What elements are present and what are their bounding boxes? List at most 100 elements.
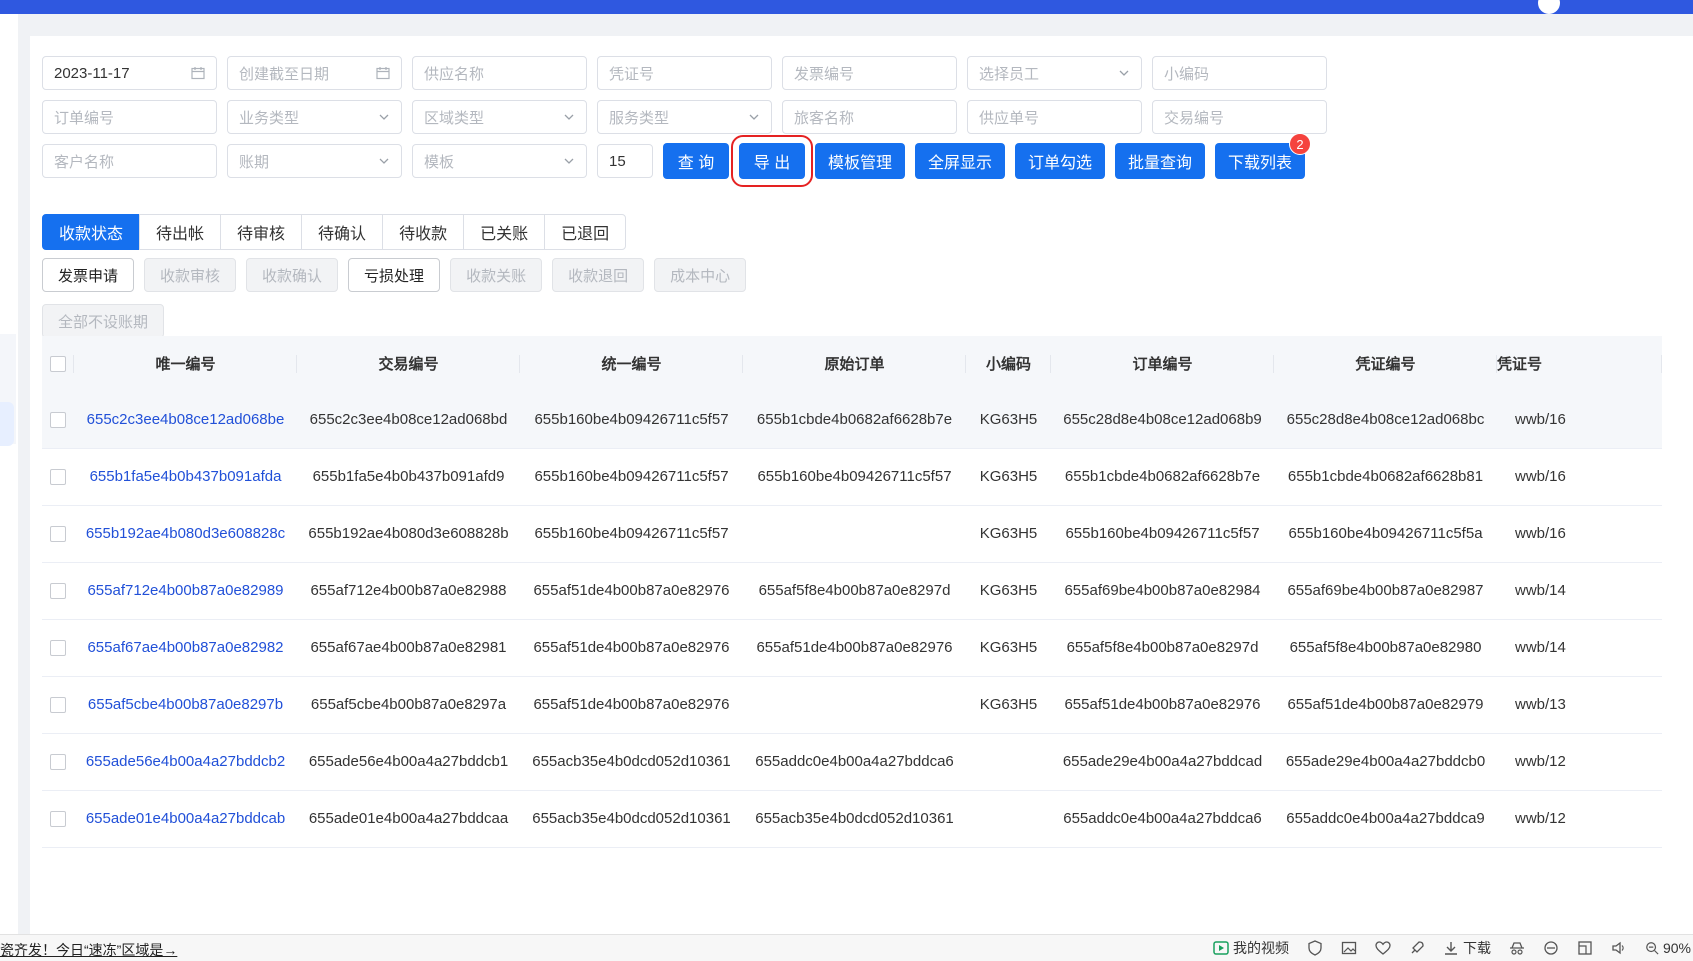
page-size-input[interactable]: 15: [597, 144, 653, 178]
unique-id-link[interactable]: 655c2c3ee4b08ce12ad068be: [74, 391, 297, 448]
unique-id-link[interactable]: 655ade01e4b00a4a27bddcab: [74, 790, 297, 847]
filter-row-2: 订单编号 业务类型 区域类型 服务类型 旅客名称 供应单号 交易编号: [42, 100, 1337, 134]
supplier-name-input[interactable]: 供应名称: [412, 56, 587, 90]
status-tab[interactable]: 已关账: [463, 214, 546, 250]
invoice-no-input[interactable]: 发票编号: [782, 56, 957, 90]
shield-icon[interactable]: [1307, 940, 1323, 956]
account-period-select[interactable]: 账期: [227, 144, 402, 178]
speaker-icon[interactable]: [1611, 940, 1627, 956]
my-video-button[interactable]: 我的视频: [1213, 938, 1289, 958]
created-to-date-field[interactable]: 创建截至日期: [227, 56, 402, 90]
table-row[interactable]: 655af5cbe4b00b87a0e8297b 655af5cbe4b00b87…: [42, 676, 1662, 733]
row-checkbox[interactable]: [50, 697, 66, 714]
table-row[interactable]: 655ade01e4b00a4a27bddcab 655ade01e4b00a4a…: [42, 790, 1662, 847]
select-all-checkbox[interactable]: [50, 356, 66, 373]
status-tab[interactable]: 已退回: [544, 214, 627, 250]
table-cell: 655af712e4b00b87a0e82988: [310, 582, 507, 599]
unique-id-link[interactable]: 655af67ae4b00b87a0e82982: [74, 619, 297, 676]
traveler-name-input[interactable]: 旅客名称: [782, 100, 957, 134]
row-checkbox[interactable]: [50, 411, 66, 428]
action-button[interactable]: 亏损处理: [348, 258, 441, 292]
row-select-cell: [42, 391, 74, 448]
service-type-select[interactable]: 服务类型: [597, 100, 772, 134]
status-tab[interactable]: 待审核: [220, 214, 303, 250]
action-button[interactable]: 收款审核: [144, 258, 237, 292]
unique-id-link[interactable]: 655ade56e4b00a4a27bddcb2: [74, 733, 297, 790]
table-cell: 655acb35e4b0dcd052d10361: [532, 810, 731, 827]
image-icon[interactable]: [1341, 940, 1357, 956]
status-tabs: 收款状态 待出帐 待审核 待确认 待收款 已关账 已退回: [42, 214, 627, 250]
table-header: 唯一编号 交易编号 统一编号 原始订单 小编码 订单编号 凭证编号 凭证号: [42, 336, 1662, 391]
data-table: 唯一编号 交易编号 统一编号 原始订单 小编码 订单编号 凭证编号 凭证号 655c2c3ee…: [42, 336, 1693, 856]
user-avatar[interactable]: [1538, 0, 1560, 14]
table-row[interactable]: 655b192ae4b080d3e608828c 655b192ae4b080d3…: [42, 505, 1662, 562]
template-management-button[interactable]: 模板管理: [815, 143, 905, 179]
template-select[interactable]: 模板: [412, 144, 587, 178]
fullscreen-button[interactable]: 全屏显示: [915, 143, 1005, 179]
row-checkbox[interactable]: [50, 583, 66, 600]
table-cell: 655af69be4b00b87a0e82984: [1064, 582, 1261, 599]
business-type-select[interactable]: 业务类型: [227, 100, 402, 134]
voucher-no-input[interactable]: 凭证号: [597, 56, 772, 90]
table-row[interactable]: 655b1fa5e4b0b437b091afda 655b1fa5e4b0b437…: [42, 448, 1662, 505]
table-cell: 655ade29e4b00a4a27bddcb0: [1285, 753, 1486, 770]
row-select-cell: [42, 733, 74, 790]
column-header: 凭证号: [1497, 336, 1662, 391]
action-button[interactable]: 发票申请: [42, 258, 135, 292]
table-cell: 655af69be4b00b87a0e82987: [1287, 582, 1484, 599]
order-no-input[interactable]: 订单编号: [42, 100, 217, 134]
action-button[interactable]: 收款关账: [450, 258, 543, 292]
table-row[interactable]: 655ade56e4b00a4a27bddcb2 655ade56e4b00a4a…: [42, 733, 1662, 790]
news-ticker-link[interactable]: 瓷齐发！今日“速冻”区域是→: [0, 940, 177, 960]
table-row[interactable]: 655c2c3ee4b08ce12ad068be 655c2c3ee4b08ce1…: [42, 391, 1662, 448]
unique-id-link[interactable]: 655b1fa5e4b0b437b091afda: [74, 448, 297, 505]
action-button[interactable]: 收款确认: [246, 258, 339, 292]
row-select-cell: [42, 505, 74, 562]
table-cell: 655c2c3ee4b08ce12ad068bd: [309, 410, 508, 428]
row-checkbox[interactable]: [50, 754, 66, 771]
browser-e-icon[interactable]: [1543, 940, 1559, 956]
action-button[interactable]: 收款退回: [552, 258, 645, 292]
customer-name-input[interactable]: 客户名称: [42, 144, 217, 178]
export-button[interactable]: 导 出: [731, 135, 813, 187]
incognito-icon[interactable]: [1509, 940, 1525, 956]
status-tab[interactable]: 待出帐: [139, 214, 222, 250]
row-checkbox[interactable]: [50, 526, 66, 543]
unique-id-link[interactable]: 655b192ae4b080d3e608828c: [74, 505, 297, 562]
top-header-bar: [0, 0, 1693, 14]
action-button[interactable]: 成本中心: [654, 258, 747, 292]
row-checkbox[interactable]: [50, 469, 66, 486]
unique-id-link[interactable]: 655af5cbe4b00b87a0e8297b: [74, 676, 297, 733]
batch-query-button[interactable]: 批量查询: [1115, 143, 1205, 179]
table-row[interactable]: 655af712e4b00b87a0e82989 655af712e4b00b87…: [42, 562, 1662, 619]
table-cell: wwb/16: [1515, 525, 1566, 542]
region-type-select[interactable]: 区域类型: [412, 100, 587, 134]
zoom-control[interactable]: 90%: [1645, 940, 1691, 956]
heartbeat-icon[interactable]: [1375, 940, 1391, 956]
status-tab[interactable]: 待确认: [301, 214, 384, 250]
download-list-button[interactable]: 下载列表 2: [1215, 133, 1311, 179]
row-checkbox[interactable]: [50, 640, 66, 657]
sidebar-active-item[interactable]: [0, 402, 14, 446]
short-code-input[interactable]: 小编码: [1152, 56, 1327, 90]
status-tab[interactable]: 收款状态: [42, 214, 141, 250]
window-icon[interactable]: [1577, 940, 1593, 956]
table-cell: 655b160be4b09426711c5f57: [534, 468, 729, 485]
unique-id-link[interactable]: 655af712e4b00b87a0e82989: [74, 562, 297, 619]
download-button[interactable]: 下载: [1443, 938, 1491, 958]
notification-badge: 2: [1289, 133, 1311, 155]
employee-select[interactable]: 选择员工: [967, 56, 1142, 90]
chevron-down-icon: [378, 155, 390, 167]
order-select-button[interactable]: 订单勾选: [1015, 143, 1105, 179]
row-checkbox[interactable]: [50, 811, 66, 828]
no-account-period-button[interactable]: 全部不设账期: [42, 304, 165, 338]
rocket-icon[interactable]: [1409, 940, 1425, 956]
table-cell: wwb/16: [1515, 468, 1566, 485]
action-buttons: 发票申请 收款审核 收款确认 亏损处理 收款关账 收款退回 成本中心: [42, 258, 756, 292]
table-row[interactable]: 655af67ae4b00b87a0e82982 655af67ae4b00b87…: [42, 619, 1662, 676]
query-button[interactable]: 查 询: [663, 143, 729, 179]
status-tab[interactable]: 待收款: [382, 214, 465, 250]
created-from-date-field[interactable]: 2023-11-17: [42, 56, 217, 90]
supply-order-no-input[interactable]: 供应单号: [967, 100, 1142, 134]
transaction-no-input[interactable]: 交易编号: [1152, 100, 1327, 134]
